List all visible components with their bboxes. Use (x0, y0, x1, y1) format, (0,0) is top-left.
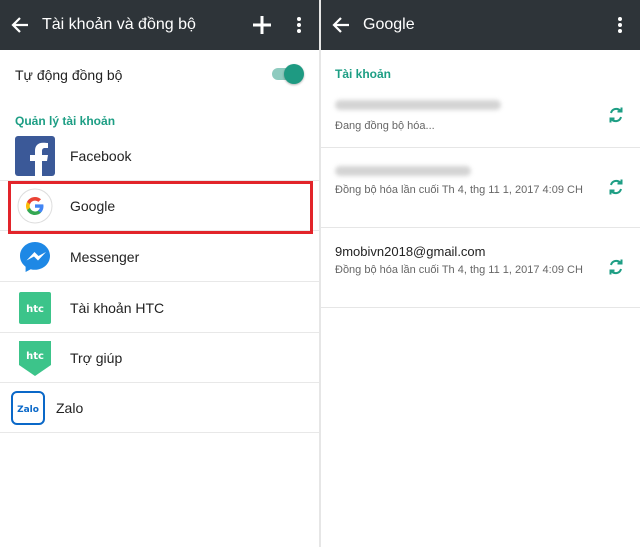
more-options-icon[interactable] (617, 16, 623, 34)
help-icon-text: htc (26, 351, 44, 362)
add-account-icon[interactable] (251, 14, 273, 36)
sync-icon[interactable] (607, 258, 625, 276)
back-arrow-icon[interactable] (10, 15, 30, 35)
account-label: Messenger (70, 248, 140, 265)
accounts-heading: Tài khoản (335, 67, 392, 81)
page-title: Google (363, 16, 415, 33)
account-row-messenger[interactable]: Messenger (0, 232, 319, 282)
account-row-zalo[interactable]: Zalo Zalo (0, 383, 319, 433)
google-account-row[interactable]: Đang đồng bộ hóa... (321, 84, 640, 148)
manage-accounts-heading: Quản lý tài khoản (15, 114, 116, 128)
facebook-icon (15, 135, 55, 176)
account-label: Facebook (70, 147, 132, 164)
blurred-email (335, 100, 501, 110)
account-label: Trợ giúp (70, 349, 123, 366)
sync-icon[interactable] (607, 106, 625, 124)
app-bar: Tài khoản và đồng bộ (0, 0, 319, 50)
htc-help-icon: htc (15, 338, 55, 378)
toggle-thumb (284, 64, 304, 84)
account-row-facebook[interactable]: Facebook (0, 131, 319, 181)
account-label: Tài khoản HTC (70, 299, 165, 316)
google-account-row[interactable]: 9mobivn2018@gmail.com Đồng bộ hóa lần cu… (321, 228, 640, 308)
auto-sync-toggle[interactable] (272, 64, 304, 84)
sync-status: Đang đồng bộ hóa... (335, 120, 435, 132)
google-highlight-frame (8, 181, 313, 234)
zalo-icon-text: Zalo (17, 405, 39, 415)
accounts-sync-screen: Tài khoản và đồng bộ Tự động đồng bộ Quả… (0, 0, 319, 547)
account-row-help[interactable]: htc Trợ giúp (0, 333, 319, 383)
messenger-icon (15, 237, 55, 277)
account-row-htc[interactable]: htc Tài khoản HTC (0, 283, 319, 333)
htc-icon-text: htc (26, 304, 44, 315)
account-label: Zalo (56, 399, 84, 416)
blurred-email (335, 166, 471, 176)
htc-icon: htc (15, 288, 55, 328)
page-title: Tài khoản và đồng bộ (42, 16, 196, 33)
sync-icon[interactable] (607, 178, 625, 196)
sync-status: Đồng bộ hóa lần cuối Th 4, thg 11 1, 201… (335, 184, 583, 196)
auto-sync-label: Tự động đồng bộ (15, 67, 123, 83)
app-bar: Google (321, 0, 640, 50)
back-arrow-icon[interactable] (331, 15, 351, 35)
google-accounts-screen: Google Tài khoản Đang đồng bộ hóa... Đồn… (321, 0, 640, 547)
zalo-icon: Zalo (10, 388, 46, 428)
google-account-row[interactable]: Đồng bộ hóa lần cuối Th 4, thg 11 1, 201… (321, 148, 640, 228)
account-email: 9mobivn2018@gmail.com (335, 244, 486, 259)
more-options-icon[interactable] (296, 16, 302, 34)
sync-status: Đồng bộ hóa lần cuối Th 4, thg 11 1, 201… (335, 264, 583, 276)
